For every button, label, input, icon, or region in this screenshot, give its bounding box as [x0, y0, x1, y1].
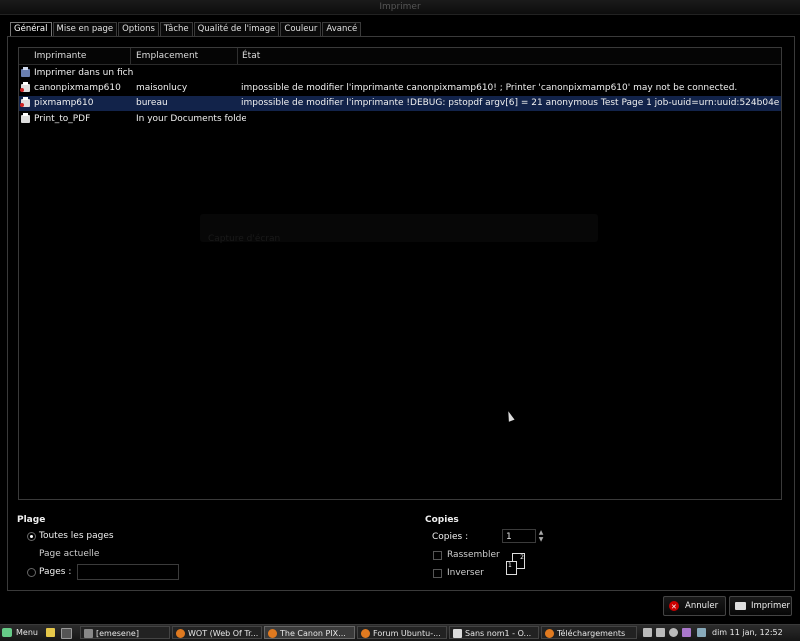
collate-page-front: 1: [506, 561, 517, 575]
taskbar: Menu [emesene] WOT (Web Of Tr... The Can…: [0, 624, 800, 641]
all-pages-radio[interactable]: [27, 532, 36, 541]
printer-row-canonpixmamp610[interactable]: canonpixmamp610 maisonlucy impossible de…: [19, 81, 781, 96]
printer-name: pixmamp610: [34, 98, 94, 108]
tab-general[interactable]: Général: [10, 22, 52, 37]
printer-row-pixmamp610[interactable]: pixmamp610 bureau impossible de modifier…: [19, 96, 781, 111]
printer-list[interactable]: Imprimante Emplacement État Imprimer dan…: [18, 47, 782, 500]
printer-tray-icon[interactable]: [656, 628, 665, 637]
emesene-icon: [84, 629, 93, 638]
tab-bar: Général Mise en page Options Tâche Quali…: [10, 22, 362, 37]
printer-error-icon: [20, 97, 30, 107]
ghost-overlay-text: Capture d'écran: [208, 234, 281, 244]
printer-location: bureau: [136, 98, 168, 108]
printer-location: maisonlucy: [136, 83, 188, 93]
print-button[interactable]: Imprimer: [729, 596, 792, 616]
copies-spin-input[interactable]: 1: [502, 529, 536, 543]
taskbar-item-canon[interactable]: The Canon PIX...: [264, 626, 355, 639]
taskbar-item-label: WOT (Web Of Tr...: [188, 629, 259, 638]
copies-section-title: Copies: [425, 515, 459, 525]
column-header-state[interactable]: État: [239, 48, 778, 64]
range-section-title: Plage: [17, 515, 46, 525]
collate-label[interactable]: Rassembler: [447, 550, 500, 560]
terminal-icon[interactable]: [61, 628, 72, 639]
cancel-button-label: Annuler: [685, 601, 719, 611]
taskbar-item-label: The Canon PIX...: [280, 629, 346, 638]
spin-up-icon[interactable]: ▲: [537, 529, 545, 536]
column-header-printer[interactable]: Imprimante: [31, 48, 131, 64]
taskbar-item-label: Forum Ubuntu-...: [373, 629, 441, 638]
taskbar-item-emesene[interactable]: [emesene]: [80, 626, 170, 639]
window-title: Imprimer: [379, 2, 421, 12]
copies-label: Copies :: [432, 532, 469, 542]
tab-options[interactable]: Options: [118, 22, 159, 36]
taskbar-item-label: Sans nom1 - O...: [465, 629, 532, 638]
firefox-icon: [268, 629, 277, 638]
tab-color[interactable]: Couleur: [280, 22, 322, 36]
tab-job[interactable]: Tâche: [159, 22, 193, 36]
pages-label[interactable]: Pages :: [39, 567, 71, 577]
tab-image-quality[interactable]: Qualité de l'image: [193, 22, 280, 36]
printer-row-file[interactable]: Imprimer dans un fichier: [19, 66, 781, 81]
copies-spin-buttons[interactable]: ▲ ▼: [537, 529, 545, 543]
printer-name: canonpixmamp610: [34, 83, 121, 93]
printer-row-print-to-pdf[interactable]: Print_to_PDF In your Documents folder: [19, 112, 781, 127]
window-titlebar: Imprimer: [0, 0, 800, 15]
clock[interactable]: dim 11 jan, 12:52: [712, 627, 783, 639]
tab-page-setup[interactable]: Mise en page: [52, 22, 118, 36]
taskbar-item-sans-nom[interactable]: Sans nom1 - O...: [449, 626, 539, 639]
menu-icon: [2, 628, 12, 637]
taskbar-item-downloads[interactable]: Téléchargements: [541, 626, 637, 639]
reverse-label[interactable]: Inverser: [447, 568, 484, 578]
printer-name: Print_to_PDF: [34, 114, 91, 124]
reverse-checkbox[interactable]: [433, 569, 442, 578]
printer-icon: [735, 602, 746, 610]
firefox-icon: [176, 629, 185, 638]
folder-icon[interactable]: [46, 628, 55, 637]
pages-radio[interactable]: [27, 568, 36, 577]
menu-button[interactable]: Menu: [16, 627, 38, 639]
collate-checkbox[interactable]: [433, 551, 442, 560]
user-icon[interactable]: [669, 628, 678, 637]
print-button-label: Imprimer: [751, 601, 791, 611]
firefox-icon: [361, 629, 370, 638]
pages-input[interactable]: [77, 564, 179, 580]
printer-state: impossible de modifier l'imprimante !DEB…: [241, 98, 779, 108]
printer-list-header: Imprimante Emplacement État: [19, 48, 781, 65]
spin-down-icon[interactable]: ▼: [537, 536, 545, 543]
network-icon[interactable]: [697, 628, 706, 637]
ghost-screenshot-overlay: Capture d'écran: [200, 214, 598, 244]
current-page-label[interactable]: Page actuelle: [39, 549, 99, 559]
printer-error-icon: [20, 82, 30, 92]
document-icon: [453, 629, 462, 638]
printer-location: In your Documents folder: [136, 114, 246, 124]
tab-advanced[interactable]: Avancé: [322, 22, 362, 36]
printer-name: Imprimer dans un fichier: [34, 68, 134, 78]
taskbar-item-label: Téléchargements: [557, 629, 626, 638]
cancel-button[interactable]: Annuler: [663, 596, 726, 616]
taskbar-item-wot[interactable]: WOT (Web Of Tr...: [172, 626, 262, 639]
lock-icon[interactable]: [643, 628, 652, 637]
collate-pages-icon: 2 1: [504, 553, 525, 577]
column-header-location[interactable]: Emplacement: [133, 48, 238, 64]
all-pages-label[interactable]: Toutes les pages: [39, 531, 114, 541]
printer-icon: [21, 113, 30, 123]
taskbar-item-label: [emesene]: [96, 629, 139, 638]
settings-icon[interactable]: [682, 628, 691, 637]
printer-state: impossible de modifier l'imprimante cano…: [241, 83, 738, 93]
taskbar-item-forum[interactable]: Forum Ubuntu-...: [357, 626, 447, 639]
cancel-icon: [669, 598, 679, 616]
firefox-icon: [545, 629, 554, 638]
file-printer-icon: [21, 67, 30, 77]
